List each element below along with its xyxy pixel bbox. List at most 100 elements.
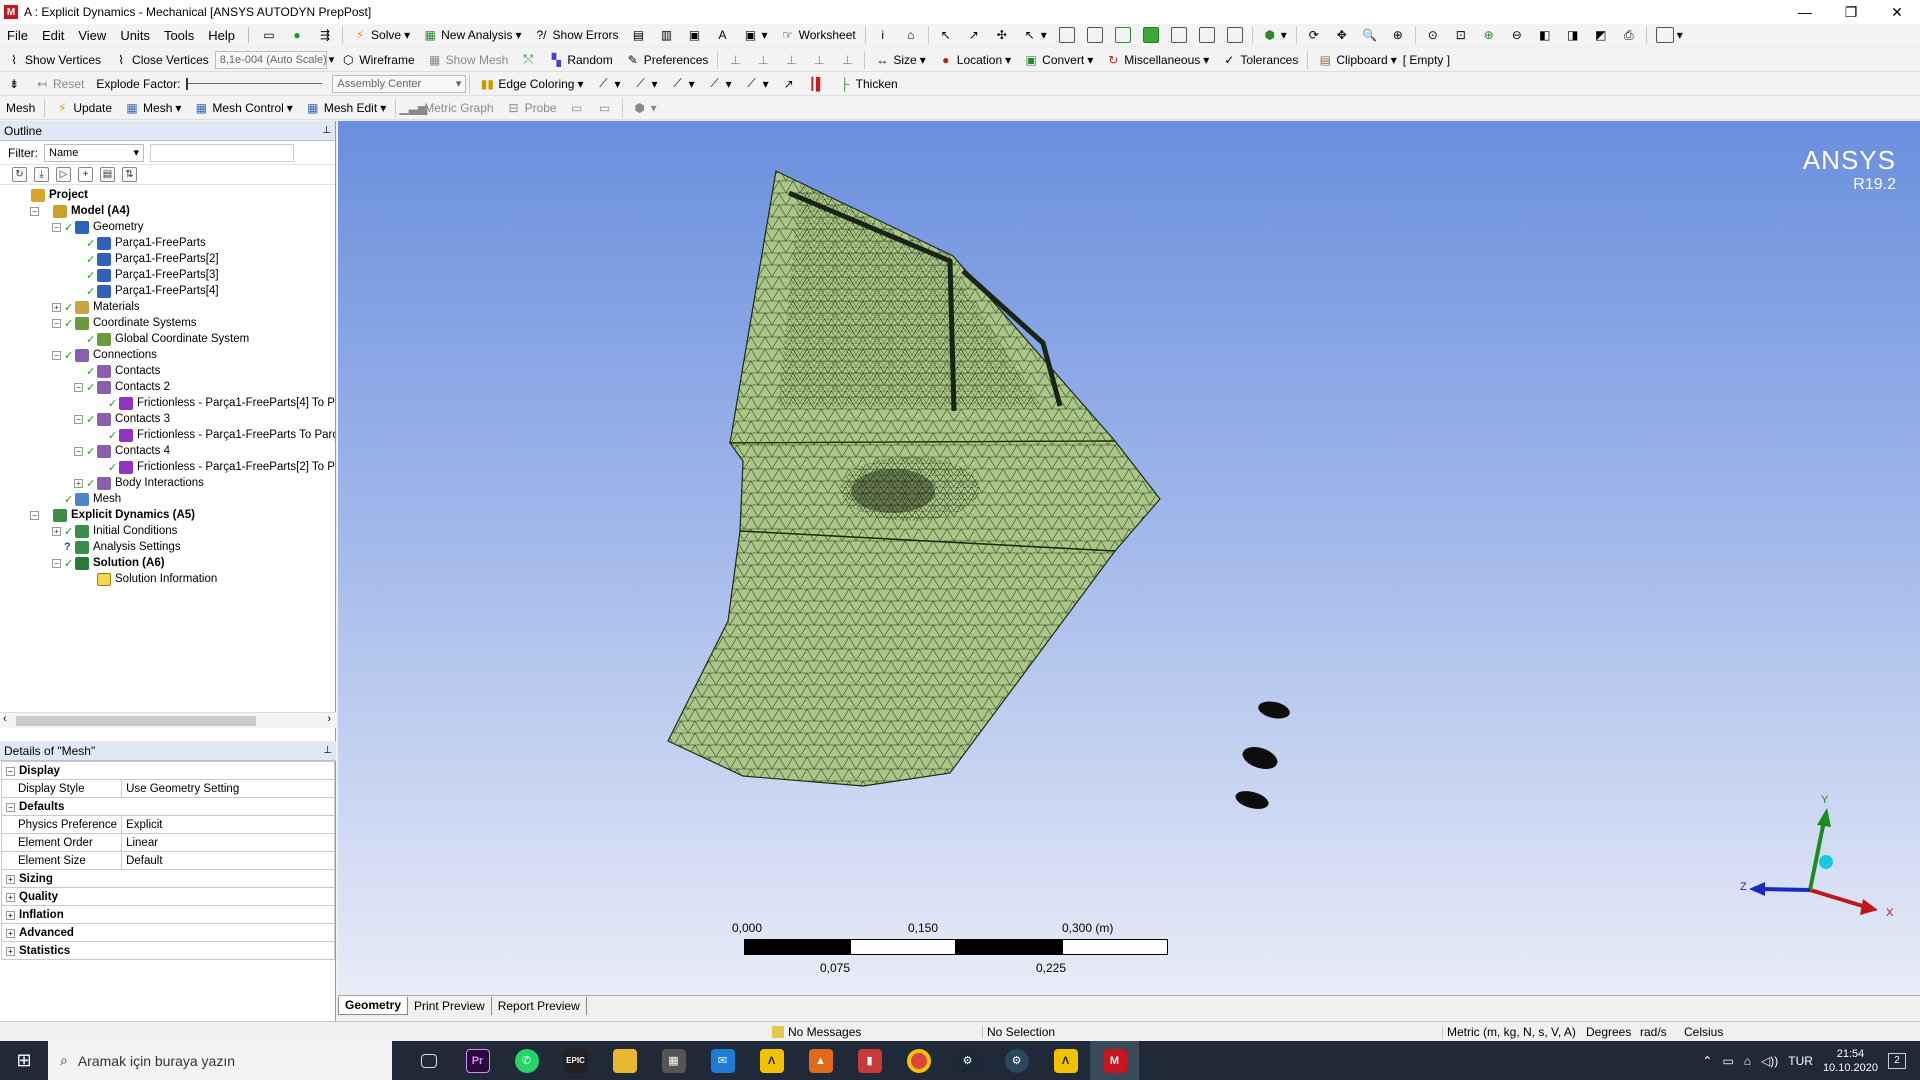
tab-print-preview[interactable]: Print Preview [408,996,492,1015]
details-property-row[interactable]: Element Size Default [0,851,335,870]
edge-style-1-button[interactable]: ⟋ ▾ [590,73,627,95]
miscellaneous-button[interactable]: ↻ Miscellaneous ▾ [1099,49,1215,71]
mail-app[interactable]: ✉ [698,1041,747,1080]
tree-horizontal-scrollbar[interactable]: ‹ › [0,712,336,728]
tree-item[interactable]: Solution Information [74,571,217,587]
mesh-model[interactable]: X Y Z [338,121,1920,995]
terminal-app[interactable]: ▮ [845,1041,894,1080]
collapse-env-icon[interactable]: ⤓ [34,167,49,182]
edge-select-button[interactable] [1081,24,1109,46]
edge-direction-button[interactable]: ↗ [775,73,803,95]
insert-chart-button[interactable]: ▥ [653,24,681,46]
explode-handle[interactable]: ⇟ [0,73,28,95]
body-select2-button[interactable] [1137,24,1165,46]
edge-style-4-button[interactable]: ⟋ ▾ [701,73,738,95]
volume-icon[interactable]: ◁)) [1761,1054,1778,1068]
notification-icon[interactable]: 2 [1888,1052,1906,1069]
tree-connect-button[interactable]: ⇶ [311,24,339,46]
info-cursor-button[interactable]: i [869,24,897,46]
tree-item[interactable]: − ✓ Solution (A6) [52,555,165,571]
select-body-button[interactable]: ✣ [988,24,1016,46]
ansys-workbench-app[interactable]: Λ [747,1041,796,1080]
group-expander-icon[interactable]: + [6,910,15,920]
steam-app-2[interactable]: ⚙ [992,1041,1041,1080]
unit-system[interactable]: Metric (m, kg, N, s, V, A) [1442,1024,1582,1039]
close-button[interactable]: ✕ [1874,0,1920,24]
close-vertices-button[interactable]: ⌇ Close Vertices [107,49,215,71]
insert-table-button[interactable]: ▤ [625,24,653,46]
details-property-row[interactable]: Element Order Linear [0,833,335,852]
details-property-row[interactable]: Physics Preference Explicit [0,815,335,834]
tree-item[interactable]: − ✓ Contacts 3 [74,411,170,427]
reset-button[interactable]: ↤ Reset [28,73,90,95]
mesh-option-1-button[interactable]: ▭ [563,97,591,119]
assembly-center-select[interactable]: Assembly Center ▾ [332,74,467,93]
tolerances-button[interactable]: ✓ Tolerances [1215,49,1304,71]
network-icon[interactable]: ⌂ [1744,1054,1751,1068]
tree-expander-icon[interactable]: − [52,558,61,568]
clock[interactable]: 21:54 10.10.2020 [1823,1047,1878,1075]
pan-button[interactable]: ✥ [1328,24,1356,46]
menu-file[interactable]: File [0,28,35,43]
select-type-button[interactable]: ↖ ▾ [1016,24,1053,46]
select-point-button[interactable]: ↗ [960,24,988,46]
dimension-2-button[interactable]: ⊥ [749,49,777,71]
mesh-menu-button[interactable]: ▦ Mesh ▾ [118,97,187,119]
extend-select-button[interactable] [1221,24,1249,46]
property-value[interactable]: Linear [121,833,335,852]
thicken-button[interactable]: ├ Thicken [831,73,904,95]
scroll-thumb[interactable] [16,716,256,726]
tag-button[interactable]: ⌂ [897,24,925,46]
tree-item[interactable]: ✓ Parça1-FreeParts[2] [74,251,219,267]
element-select-button[interactable] [1193,24,1221,46]
update-button[interactable]: ⚡ Update [48,97,118,119]
menu-help[interactable]: Help [201,28,242,43]
filter-select[interactable]: Name ▾ [44,143,144,162]
new-analysis-button[interactable]: ▦ New Analysis ▾ [416,24,527,46]
zoom-out-button[interactable]: ⊖ [1503,24,1531,46]
show-mesh-button[interactable]: ▦ Show Mesh [421,49,515,71]
task-view-button[interactable] [404,1041,453,1080]
group-expander-icon[interactable]: − [6,802,15,812]
group-expander-icon[interactable]: + [6,874,15,884]
tree-item[interactable]: ? Analysis Settings [52,539,181,555]
edge-coloring-button[interactable]: ▮▮ Edge Coloring ▾ [473,73,589,95]
details-group-row[interactable]: + Quality [1,887,335,906]
menu-view[interactable]: View [71,28,113,43]
mechanical-app[interactable]: M [1090,1041,1139,1080]
details-group-row[interactable]: + Advanced [1,923,335,942]
mesh-edit-button[interactable]: ▦ Mesh Edit ▾ [299,97,392,119]
tree-item[interactable]: − Explicit Dynamics (A5) [30,507,195,523]
insert-text-button[interactable]: A [709,24,737,46]
edge-style-3-button[interactable]: ⟋ ▾ [664,73,701,95]
sort-icon[interactable]: ⇅ [122,167,137,182]
group-expander-icon[interactable]: − [6,766,15,776]
temperature-unit[interactable]: Celsius [1680,1025,1723,1039]
premiere-app[interactable]: Pr [453,1041,502,1080]
snapshot-button[interactable]: ▭ [255,24,283,46]
magnifier-button[interactable]: ⊕ [1475,24,1503,46]
steam-app[interactable]: ⚙ [943,1041,992,1080]
iso-view-button[interactable]: ◩ [1587,24,1615,46]
tree-item[interactable]: ✓ Mesh [52,491,121,507]
folder-icon[interactable]: ▤ [100,167,115,182]
insert-image-button[interactable]: ▣ [681,24,709,46]
details-group-row[interactable]: − Display [1,761,335,780]
menu-units[interactable]: Units [113,28,157,43]
scroll-right-icon[interactable]: › [327,713,331,725]
angle-unit[interactable]: Degrees [1582,1025,1636,1039]
menu-edit[interactable]: Edit [35,28,71,43]
group-expander-icon[interactable]: + [6,892,15,902]
tree-item[interactable]: + ✓ Materials [52,299,140,315]
edge-thick-button[interactable]: ┃▌ [803,73,831,95]
tree-expander-icon[interactable]: − [52,318,61,328]
tree-item[interactable]: ✓ Parça1-FreeParts [74,235,206,251]
details-group-row[interactable]: + Inflation [1,905,335,924]
tree-item[interactable]: ✓ Frictionless - Parça1-FreeParts[2] To P… [96,459,335,475]
face-select-button[interactable] [1109,24,1137,46]
taskbar-search[interactable]: ⌕ Aramak için buraya yazın [48,1041,392,1080]
next-view-button[interactable]: ◨ [1559,24,1587,46]
graphics-viewport[interactable]: ANSYS R19.2 X Y Z 0,000 0,150 0,300 (m) … [338,121,1920,995]
tree-expander-icon[interactable]: − [74,446,83,456]
minimize-button[interactable]: — [1782,0,1828,24]
